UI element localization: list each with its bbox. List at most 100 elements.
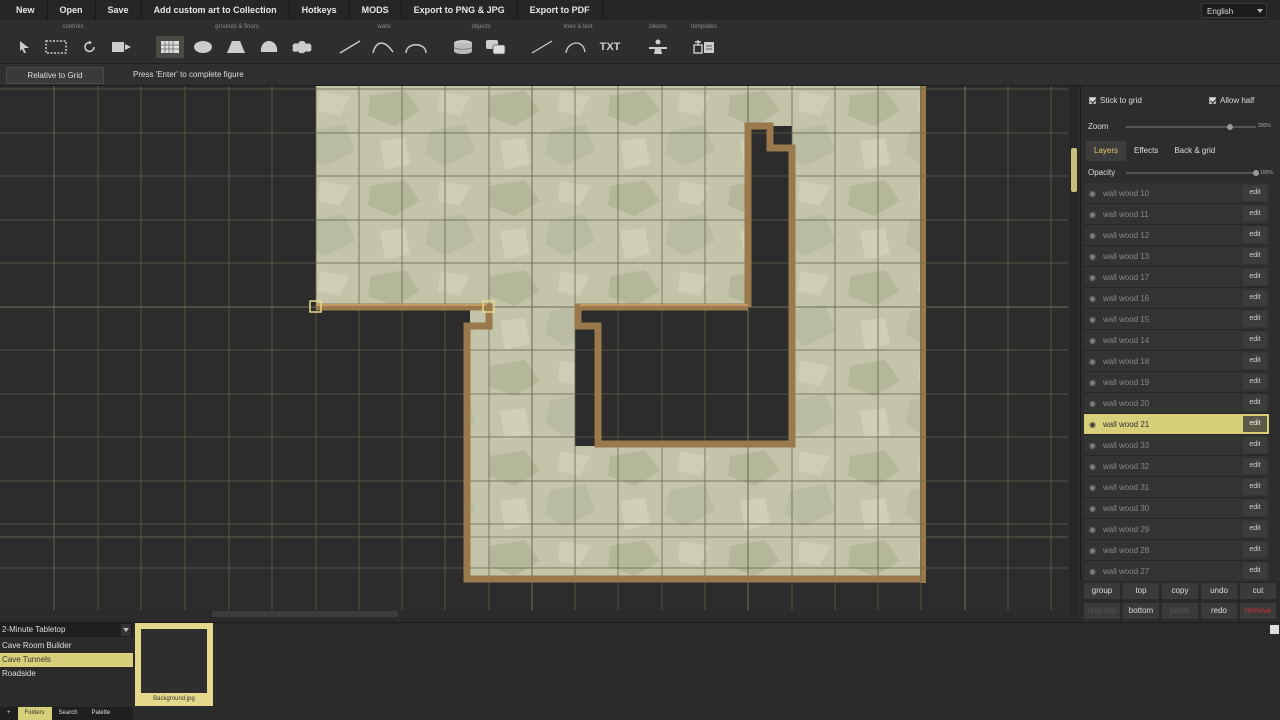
eye-icon[interactable]: ◉ (1089, 273, 1096, 282)
wall-curve-tool-button[interactable] (369, 36, 397, 58)
text-tool-button[interactable]: TXT (596, 36, 624, 58)
layer-edit-button[interactable]: edit (1243, 542, 1267, 558)
templates-tool-button[interactable] (690, 36, 718, 58)
menu-export-pdf[interactable]: Export to PDF (518, 0, 603, 20)
map-canvas[interactable] (0, 86, 1068, 610)
layer-row[interactable]: ◉ wall wood 15 edit (1084, 309, 1269, 330)
group-button[interactable]: group (1084, 583, 1120, 599)
layer-edit-button[interactable]: edit (1243, 374, 1267, 390)
eye-icon[interactable]: ◉ (1089, 546, 1096, 555)
layer-edit-button[interactable]: edit (1243, 458, 1267, 474)
select-tool-button[interactable] (10, 36, 38, 58)
layer-row[interactable]: ◉ wall wood 12 edit (1084, 225, 1269, 246)
layer-edit-button[interactable]: edit (1243, 521, 1267, 537)
layer-row[interactable]: ◉ wall wood 33 edit (1084, 435, 1269, 456)
curve-line-tool-button[interactable] (562, 36, 590, 58)
tab-effects[interactable]: Effects (1126, 141, 1166, 161)
layer-edit-button[interactable]: edit (1243, 290, 1267, 306)
layer-row[interactable]: ◉ wall wood 30 edit (1084, 498, 1269, 519)
tab-back-grid[interactable]: Back & grid (1166, 141, 1223, 161)
layer-edit-button[interactable]: edit (1243, 500, 1267, 516)
layer-row[interactable]: ◉ wall wood 17 edit (1084, 267, 1269, 288)
copy-button[interactable]: copy (1162, 583, 1198, 599)
layer-edit-button[interactable]: edit (1243, 227, 1267, 243)
eye-icon[interactable]: ◉ (1089, 210, 1096, 219)
eye-icon[interactable]: ◉ (1089, 378, 1096, 387)
layer-row[interactable]: ◉ wall wood 10 edit (1084, 183, 1269, 204)
layer-edit-button[interactable]: edit (1243, 416, 1267, 432)
layer-row[interactable]: ◉ wall wood 16 edit (1084, 288, 1269, 309)
layer-edit-button[interactable]: edit (1243, 479, 1267, 495)
undo-button[interactable]: undo (1201, 583, 1237, 599)
scroll-up-icon[interactable] (1270, 625, 1279, 634)
eye-icon[interactable]: ◉ (1089, 462, 1096, 471)
floor-rect-tool-button[interactable] (156, 36, 184, 58)
eye-icon[interactable]: ◉ (1089, 357, 1096, 366)
menu-export-png[interactable]: Export to PNG & JPG (402, 0, 518, 20)
tab-layers[interactable]: Layers (1086, 141, 1127, 161)
objects-stack-tool-button[interactable] (449, 36, 477, 58)
layer-row[interactable]: ◉ wall wood 31 edit (1084, 477, 1269, 498)
folder-item[interactable]: Roadside (0, 667, 133, 681)
line-tool-button[interactable] (528, 36, 556, 58)
layer-edit-button[interactable]: edit (1243, 563, 1267, 579)
layer-row[interactable]: ◉ wall wood 28 edit (1084, 540, 1269, 561)
eye-icon[interactable]: ◉ (1089, 567, 1096, 576)
asset-card[interactable]: Background.jpg (135, 623, 213, 706)
bottom-button[interactable]: bottom (1123, 603, 1159, 619)
layer-edit-button[interactable]: edit (1243, 311, 1267, 327)
floor-cloud-tool-button[interactable] (288, 36, 316, 58)
layer-edit-button[interactable]: edit (1243, 248, 1267, 264)
layer-edit-button[interactable]: edit (1243, 206, 1267, 222)
redo-button[interactable]: redo (1201, 603, 1237, 619)
rotate-tool-button[interactable] (76, 36, 104, 58)
opacity-slider-thumb[interactable] (1253, 170, 1259, 176)
collection-select[interactable]: 2-Minute Tabletop (0, 623, 133, 637)
tab-search[interactable]: Search (52, 707, 85, 720)
folder-item[interactable]: Cave Tunnels (0, 653, 133, 667)
objects-copy-tool-button[interactable] (482, 36, 510, 58)
layer-row[interactable]: ◉ wall wood 19 edit (1084, 372, 1269, 393)
layer-edit-button[interactable]: edit (1243, 437, 1267, 453)
top-button[interactable]: top (1123, 583, 1159, 599)
wall-arc-tool-button[interactable] (402, 36, 430, 58)
layer-row[interactable]: ◉ wall wood 27 edit (1084, 561, 1269, 582)
horizontal-scrollbar[interactable] (212, 611, 398, 617)
menu-save[interactable]: Save (96, 0, 142, 20)
layer-edit-button[interactable]: edit (1243, 269, 1267, 285)
layer-row[interactable]: ◉ wall wood 21 edit (1084, 414, 1269, 435)
layer-row[interactable]: ◉ wall wood 13 edit (1084, 246, 1269, 267)
floor-polygon-tool-button[interactable] (222, 36, 250, 58)
eye-icon[interactable]: ◉ (1089, 504, 1096, 513)
move-tool-button[interactable] (108, 36, 136, 58)
menu-new[interactable]: New (0, 0, 48, 20)
token-tool-button[interactable] (644, 36, 672, 58)
wall-line-tool-button[interactable] (336, 36, 364, 58)
cut-button[interactable]: cut (1240, 583, 1276, 599)
menu-mods[interactable]: MODS (350, 0, 402, 20)
eye-icon[interactable]: ◉ (1089, 483, 1096, 492)
eye-icon[interactable]: ◉ (1089, 525, 1096, 534)
eye-icon[interactable]: ◉ (1089, 315, 1096, 324)
opacity-slider[interactable] (1126, 172, 1256, 174)
layer-row[interactable]: ◉ wall wood 20 edit (1084, 393, 1269, 414)
eye-icon[interactable]: ◉ (1089, 294, 1096, 303)
layer-row[interactable]: ◉ wall wood 11 edit (1084, 204, 1269, 225)
floor-blob-tool-button[interactable] (255, 36, 283, 58)
layer-edit-button[interactable]: edit (1243, 332, 1267, 348)
layer-edit-button[interactable]: edit (1243, 185, 1267, 201)
tab-palette[interactable]: Palette (85, 707, 118, 720)
ungroup-button[interactable]: ungroup (1084, 603, 1120, 619)
menu-open[interactable]: Open (48, 0, 96, 20)
eye-icon[interactable]: ◉ (1089, 252, 1096, 261)
tab-add[interactable]: + (0, 707, 18, 720)
eye-icon[interactable]: ◉ (1089, 231, 1096, 240)
menu-hotkeys[interactable]: Hotkeys (290, 0, 350, 20)
remove-button[interactable]: remove (1240, 603, 1276, 619)
marquee-tool-button[interactable] (42, 36, 70, 58)
layer-edit-button[interactable]: edit (1243, 395, 1267, 411)
vertical-scrollbar[interactable] (1071, 148, 1077, 192)
eye-icon[interactable]: ◉ (1089, 441, 1096, 450)
layer-row[interactable]: ◉ wall wood 29 edit (1084, 519, 1269, 540)
layer-edit-button[interactable]: edit (1243, 353, 1267, 369)
